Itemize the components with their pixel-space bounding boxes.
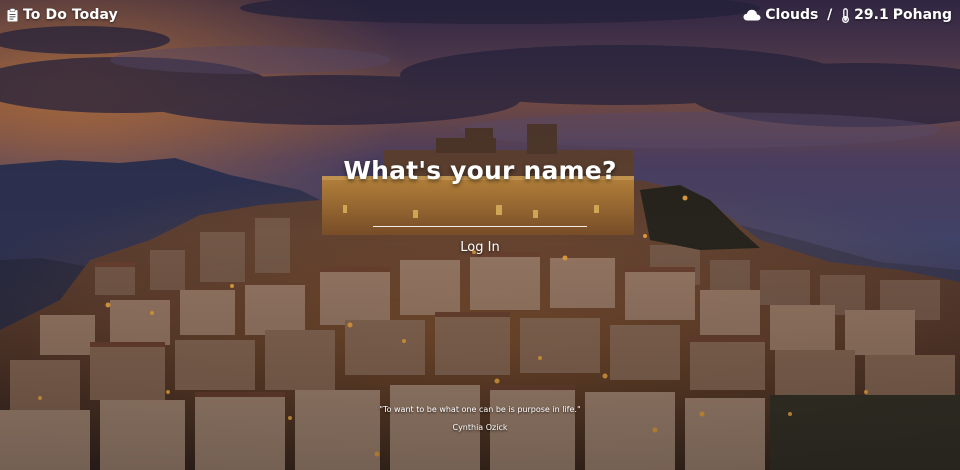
name-input[interactable] xyxy=(373,196,587,227)
quote-block: "To want to be what one can be is purpos… xyxy=(0,405,960,432)
name-prompt-heading: What's your name? xyxy=(343,156,617,185)
login-button[interactable]: Log In xyxy=(454,239,505,256)
weather-widget: Clouds / 29.1 Pohang xyxy=(743,7,952,23)
weather-city: Pohang xyxy=(892,7,952,23)
app-window: To Do Today Clouds / 29.1 Pohang What's … xyxy=(0,0,960,470)
weather-separator: / xyxy=(822,7,838,23)
weather-temperature: 29.1 xyxy=(854,7,889,23)
login-form: What's your name? Log In xyxy=(0,156,960,256)
quote-author: Cynthia Ozick xyxy=(452,423,508,432)
weather-condition: Clouds xyxy=(765,7,819,23)
clipboard-icon xyxy=(7,8,18,22)
cloud-icon xyxy=(743,9,761,21)
quote-text: "To want to be what one can be is purpos… xyxy=(379,405,581,414)
app-title: To Do Today xyxy=(23,7,118,23)
app-title-link[interactable]: To Do Today xyxy=(7,7,118,23)
thermometer-icon xyxy=(841,7,850,23)
